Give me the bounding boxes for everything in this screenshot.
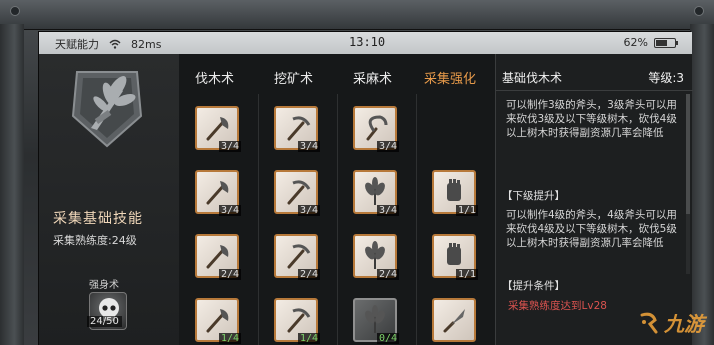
axe-icon: [206, 181, 229, 205]
skill-node-count: 3/4: [297, 205, 320, 216]
divider: [496, 90, 693, 91]
pickaxe-icon: [287, 116, 311, 141]
skill-node[interactable]: 2/4: [195, 234, 241, 280]
detail-title: 基础伐木术: [502, 71, 563, 85]
status-bar: 天赋能力 82ms 13:10 62%: [39, 32, 692, 54]
skill-node[interactable]: 3/4: [274, 170, 320, 216]
battery-icon: [654, 37, 678, 48]
detail-scrollbar[interactable]: [686, 94, 690, 274]
frame-side-right: [690, 24, 714, 345]
skill-node-count: 1/4: [218, 333, 241, 344]
pickaxe-icon: [287, 308, 311, 333]
skill-node[interactable]: 3/4: [274, 106, 320, 152]
column-divider: [337, 94, 338, 345]
next-level-header: 【下级提升】: [502, 190, 565, 202]
herb-bundle-emblem-icon: [71, 71, 143, 148]
skill-node-count: 3/4: [376, 205, 399, 216]
herb-icon: [365, 305, 385, 333]
ping-label: 82ms: [131, 37, 162, 51]
watermark-text: 九游: [664, 312, 704, 336]
skill-node-count: 0/4: [376, 333, 399, 344]
skill-node-count: 1/1: [455, 205, 478, 216]
sickle-icon: [366, 115, 388, 141]
pickaxe-icon: [287, 180, 311, 205]
battery-percent: 62%: [623, 36, 648, 49]
skill-node[interactable]: 1/1: [432, 170, 478, 216]
skill-grid: 伐木术 挖矿术 采麻术 采集强化 3/4 3/4 3/4 3/4 3/4 3/4 1/1 2/4 2/4…: [179, 54, 495, 345]
skill-proficiency-level: 采集熟练度:24级: [53, 234, 137, 247]
tab-4[interactable]: 采集强化: [424, 68, 476, 87]
skill-node-count: 2/4: [297, 269, 320, 280]
glove-icon: [447, 179, 461, 201]
herb-icon: [365, 177, 385, 205]
skill-node[interactable]: 2/4: [353, 234, 399, 280]
requirement-header: 【提升条件】: [502, 280, 565, 292]
axe-icon: [206, 309, 229, 333]
skill-node-count: 2/4: [218, 269, 241, 280]
rivet-icon: [694, 6, 704, 16]
sub-skill-count: 24/50: [87, 316, 122, 327]
glove-icon: [447, 243, 461, 265]
frame-side-left: [0, 24, 24, 345]
pickaxe-icon: [287, 244, 311, 269]
requirement-text: 采集熟练度达到Lv28: [508, 300, 607, 312]
tab-1[interactable]: 伐木术: [195, 68, 234, 87]
skill-category-title: 采集基础技能: [53, 211, 143, 227]
skill-node[interactable]: 3/4: [195, 106, 241, 152]
clock: 13:10: [349, 35, 386, 49]
skill-node[interactable]: [432, 298, 476, 342]
skill-node[interactable]: 1/1: [432, 234, 478, 280]
axe-icon: [206, 117, 229, 141]
game-screen: 天赋能力 82ms 13:10 62% 采集基础技能 采集熟练度:24级 强身术…: [38, 31, 693, 345]
skill-node[interactable]: 1/4: [195, 298, 241, 344]
skill-node-count: 1/1: [455, 269, 478, 280]
next-level-description: 可以制作4级的斧头，4级斧头可以用来砍伐4级及以下等级树木，砍伐5级以上树木时获…: [506, 209, 677, 249]
tab-3[interactable]: 采麻术: [353, 68, 392, 87]
tab-2[interactable]: 挖矿术: [274, 68, 313, 87]
rivet-icon: [10, 6, 20, 16]
skill-node[interactable]: 3/4: [195, 170, 241, 216]
skill-node[interactable]: 3/4: [353, 170, 399, 216]
skill-node[interactable]: 0/4: [353, 298, 399, 344]
skill-node[interactable]: 3/4: [353, 106, 399, 152]
knife-icon: [443, 309, 465, 333]
detail-level: 等级:3: [648, 71, 684, 85]
axe-icon: [206, 245, 229, 269]
skill-node-count: 1/4: [297, 333, 320, 344]
frame-top-bar: [0, 0, 714, 30]
carrier-label: 天赋能力: [55, 38, 99, 51]
detail-description: 可以制作3级的斧头，3级斧头可以用来砍伐3级及以下等级树木，砍伐4级以上树木时获…: [506, 99, 677, 139]
skill-node-count: 3/4: [297, 141, 320, 152]
skill-node[interactable]: 1/4: [274, 298, 320, 344]
jiuyou-logo-icon: [640, 312, 658, 333]
sub-skill-label: 强身术: [89, 280, 119, 291]
skill-node-count: 3/4: [376, 141, 399, 152]
skill-node[interactable]: 2/4: [274, 234, 320, 280]
skill-node-count: 3/4: [218, 141, 241, 152]
skill-category-panel: 采集基础技能 采集熟练度:24级 强身术 24/50: [39, 54, 179, 345]
skill-node-count: 3/4: [218, 205, 241, 216]
herb-icon: [365, 241, 385, 269]
skill-node-count: 2/4: [376, 269, 399, 280]
wifi-icon: [109, 39, 121, 49]
watermark-logo: 九游: [638, 308, 704, 337]
skill-detail-panel: 基础伐木术 等级:3 可以制作3级的斧头，3级斧头可以用来砍伐3级及以下等级树木…: [495, 54, 693, 345]
column-divider: [416, 94, 417, 345]
column-divider: [258, 94, 259, 345]
